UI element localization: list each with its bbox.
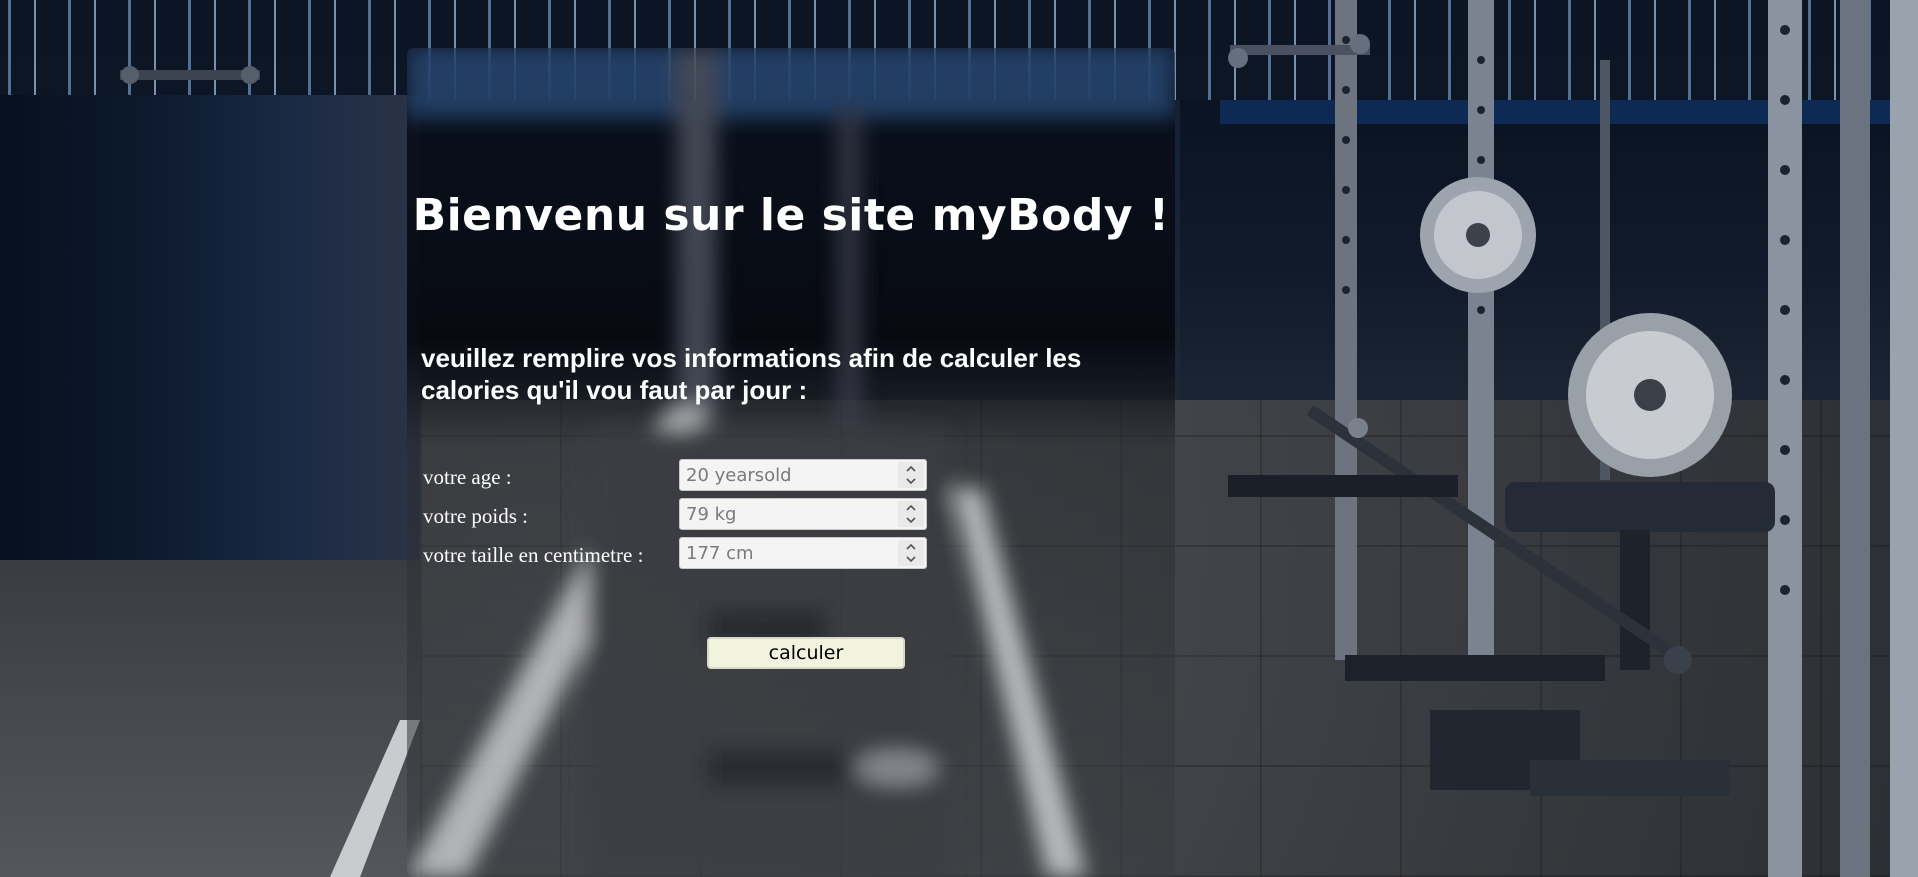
page-title: Bienvenu sur le site myBody ! — [412, 190, 1170, 241]
weight-number-field — [679, 498, 927, 530]
chevron-down-icon[interactable] — [898, 475, 924, 488]
chevron-down-icon[interactable] — [898, 514, 924, 527]
weight-input[interactable] — [680, 499, 896, 529]
weight-spinner[interactable] — [898, 501, 924, 527]
form-row-height: votre taille en centimetre : — [423, 537, 943, 571]
chevron-up-icon[interactable] — [898, 540, 924, 553]
weight-label: votre poids : — [423, 504, 528, 528]
height-number-field — [679, 537, 927, 569]
instructions-text: veuillez remplire vos informations afin … — [421, 343, 1082, 405]
height-spinner[interactable] — [898, 540, 924, 566]
age-number-field — [679, 459, 927, 491]
chevron-up-icon[interactable] — [898, 462, 924, 475]
age-input[interactable] — [680, 460, 896, 490]
height-input[interactable] — [680, 538, 896, 568]
chevron-up-icon[interactable] — [898, 501, 924, 514]
age-spinner[interactable] — [898, 462, 924, 488]
chevron-down-icon[interactable] — [898, 553, 924, 566]
height-label: votre taille en centimetre : — [423, 543, 644, 567]
form-row-age: votre age : — [423, 459, 943, 493]
main-card: Bienvenu sur le site myBody ! veuillez r… — [407, 48, 1175, 877]
calculate-button[interactable]: calculer — [707, 637, 905, 669]
age-label: votre age : — [423, 465, 512, 489]
form-row-weight: votre poids : — [423, 498, 943, 532]
